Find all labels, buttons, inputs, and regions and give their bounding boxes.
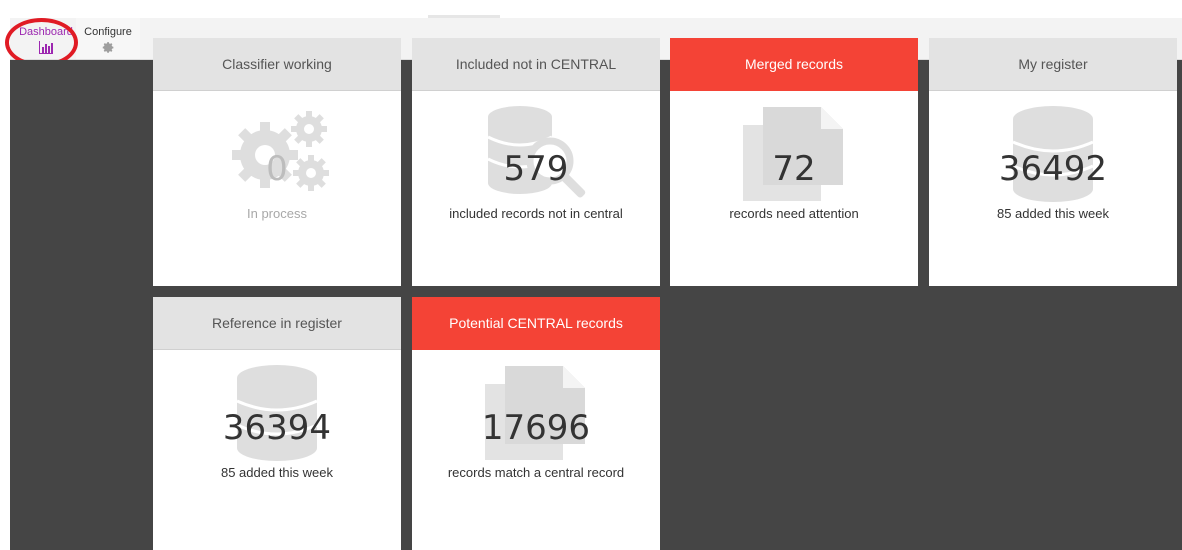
gear-icon	[102, 41, 115, 59]
card-value: 579	[503, 149, 569, 189]
card-body: 17696 records match a central record	[412, 350, 660, 546]
card-body: 0 In process	[153, 91, 401, 286]
card-included-not-in-central[interactable]: Included not in CENTRAL 579 included rec…	[412, 38, 660, 286]
card-value: 17696	[481, 408, 591, 448]
card-value: 0	[266, 149, 288, 189]
card-title: Reference in register	[153, 297, 401, 350]
tab-dashboard-label: Dashboard	[19, 26, 73, 38]
card-body: 36394 85 added this week	[153, 350, 401, 546]
card-title: Potential CENTRAL records	[412, 297, 660, 350]
card-body: 579 included records not in central	[412, 91, 660, 286]
card-value: 72	[772, 149, 816, 189]
card-title: My register	[929, 38, 1177, 91]
card-reference-in-register[interactable]: Reference in register 36394 85 added thi…	[153, 297, 401, 550]
card-caption: 85 added this week	[220, 465, 334, 480]
card-value: 36492	[998, 149, 1108, 189]
card-caption: records need attention	[729, 206, 859, 221]
card-potential-central-records[interactable]: Potential CENTRAL records 17696 records …	[412, 297, 660, 550]
card-caption: 85 added this week	[996, 206, 1110, 221]
card-title: Classifier working	[153, 38, 401, 91]
card-body: 36492 85 added this week	[929, 91, 1177, 286]
bar-chart-icon	[39, 41, 53, 59]
card-title: Merged records	[670, 38, 918, 91]
card-body: 72 records need attention	[670, 91, 918, 286]
tab-configure[interactable]: Configure	[76, 18, 140, 59]
card-merged-records[interactable]: Merged records 72 records need attention	[670, 38, 918, 286]
card-value: 36394	[222, 408, 332, 448]
card-caption: In process	[247, 206, 307, 221]
card-classifier-working[interactable]: Classifier working 0 In process	[153, 38, 401, 286]
card-caption: records match a central record	[447, 465, 625, 480]
card-caption: included records not in central	[449, 206, 623, 221]
tab-configure-label: Configure	[84, 26, 132, 38]
top-strip	[0, 0, 1182, 18]
card-title: Included not in CENTRAL	[412, 38, 660, 91]
tab-dashboard[interactable]: Dashboard	[12, 18, 80, 59]
card-my-register[interactable]: My register 36492 85 added this week	[929, 38, 1177, 286]
